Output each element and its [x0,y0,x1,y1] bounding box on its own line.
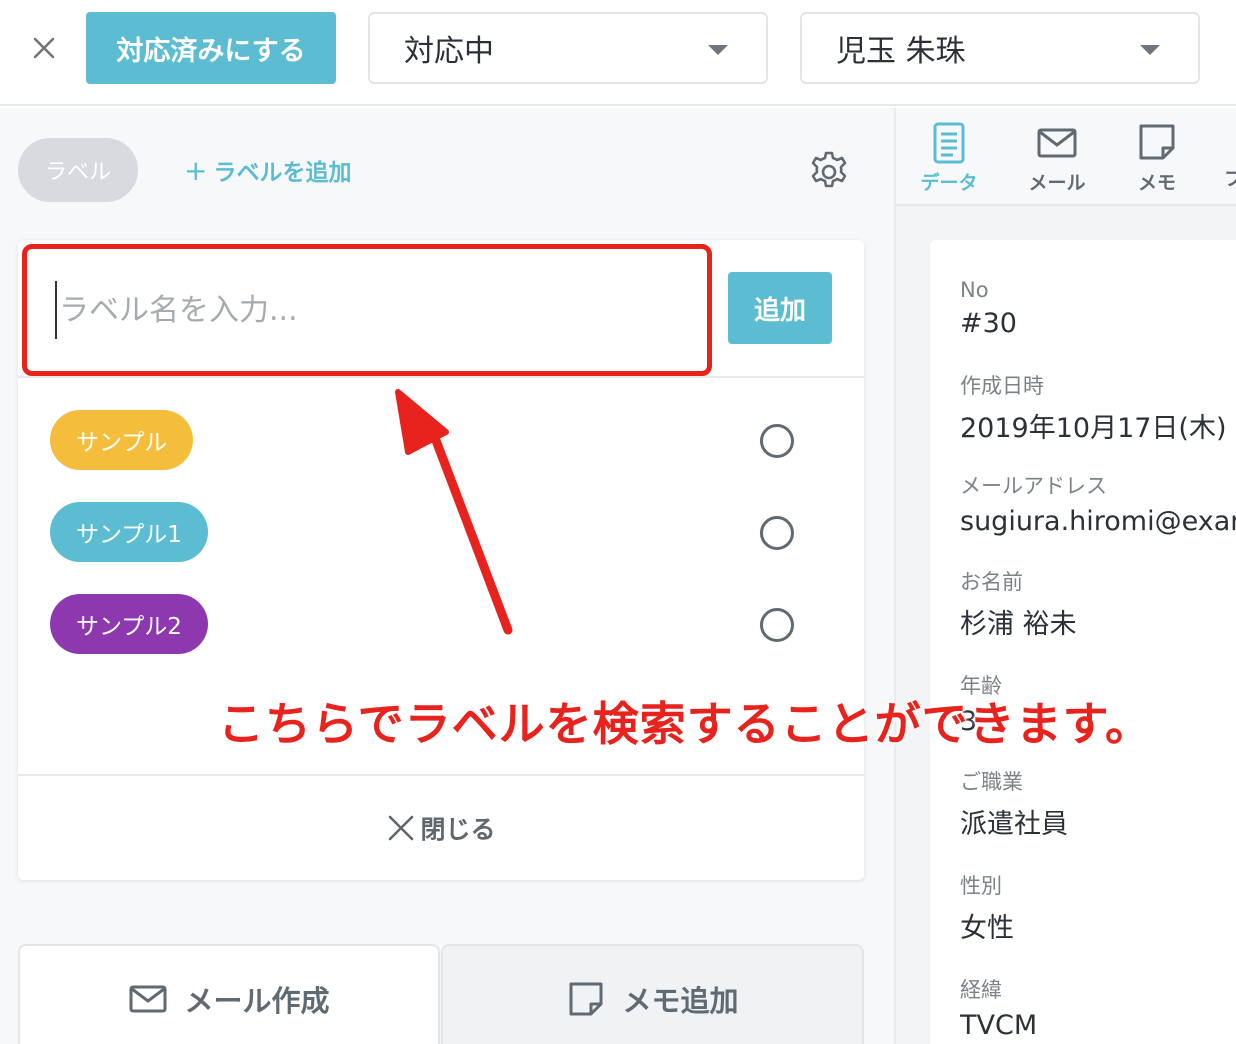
note-icon [569,982,603,1016]
note-icon [1139,124,1175,160]
tab-mail[interactable]: メール [1012,122,1102,202]
add-label-link[interactable]: + ラベルを追加 [184,150,351,190]
mark-done-button[interactable]: 対応済みにする [86,12,336,84]
detail-field-email: メールアドレス sugiura.hiromi@examp [960,470,1236,537]
detail-field-source: 経緯 TVCM [960,974,1236,1041]
tab-overflow[interactable]: フ [1224,164,1236,191]
label-pill-sample2[interactable]: サンプル2 [50,594,208,654]
mail-icon [1037,128,1077,158]
field-key: No [960,278,989,302]
document-icon [933,122,965,164]
close-icon [389,815,414,841]
assignee-dropdown[interactable]: 児玉 朱珠 [800,12,1200,84]
detail-field-occupation: ご職業 派遣社員 [960,766,1236,841]
label-radio[interactable] [760,424,794,458]
field-key: 作成日時 [960,374,1044,398]
compose-mail-button[interactable]: メール作成 [18,944,440,1044]
add-memo-button[interactable]: メモ追加 [441,944,864,1044]
status-dropdown[interactable]: 対応中 [368,12,768,84]
field-key: ご職業 [960,770,1023,794]
detail-field-created: 作成日時 2019年10月17日(木) 0 [960,370,1236,445]
detail-field-name: お名前 杉浦 裕未 [960,566,1236,641]
tab-mail-label: メール [1028,172,1086,194]
label-search-highlight-box [22,244,712,376]
gear-icon[interactable] [806,148,852,194]
field-value: #30 [960,308,1017,339]
detail-tabs: データ メール メモ [896,108,1236,206]
label-pill-sample1[interactable]: サンプル1 [50,502,208,562]
compose-mail-label: メール作成 [184,984,330,1018]
tab-memo[interactable]: メモ [1112,122,1202,202]
detail-field-gender: 性別 女性 [960,870,1236,945]
status-selected-value: 対応中 [404,34,494,69]
divider [18,376,864,378]
field-value: 派遣社員 [960,809,1068,840]
close-button[interactable]: 閉じる [18,796,864,860]
list-item: サンプル [18,410,864,472]
label-radio[interactable] [760,608,794,642]
field-value: 2019年10月17日(木) 0 [960,413,1236,444]
field-value: 女性 [960,913,1014,944]
divider [18,774,864,776]
add-button[interactable]: 追加 [728,272,832,344]
close-label: 閉じる [420,815,496,844]
list-item: サンプル2 [18,594,864,656]
field-value: sugiura.hiromi@examp [960,506,1236,537]
tab-data[interactable]: データ [904,122,994,202]
assignee-selected-value: 児玉 朱珠 [836,34,966,69]
annotation-text: こちらでラベルを検索することができます。 [218,697,1153,751]
add-label-text: ラベルを追加 [213,160,352,186]
plus-icon: + [184,153,208,187]
chevron-down-icon [1140,45,1160,55]
chevron-down-icon [708,45,728,55]
close-icon[interactable] [30,34,58,62]
field-key: メールアドレス [960,474,1107,498]
field-key: お名前 [960,570,1023,594]
label-radio[interactable] [760,516,794,550]
mail-icon [129,985,167,1013]
tab-data-label: データ [920,172,978,194]
field-value: TVCM [960,1010,1038,1041]
tab-memo-label: メモ [1137,172,1176,194]
field-key: 経緯 [960,978,1002,1002]
current-label-chip: ラベル [18,138,138,202]
list-item: サンプル1 [18,502,864,564]
add-memo-label: メモ追加 [622,984,739,1018]
field-value: 杉浦 裕未 [960,609,1077,640]
label-pill-sample[interactable]: サンプル [50,410,194,470]
detail-field-no: No #30 [960,278,1236,339]
field-key: 性別 [960,874,1002,898]
label-search-input[interactable] [55,281,675,339]
top-bar: 対応済みにする 対応中 児玉 朱珠 [0,0,1236,106]
